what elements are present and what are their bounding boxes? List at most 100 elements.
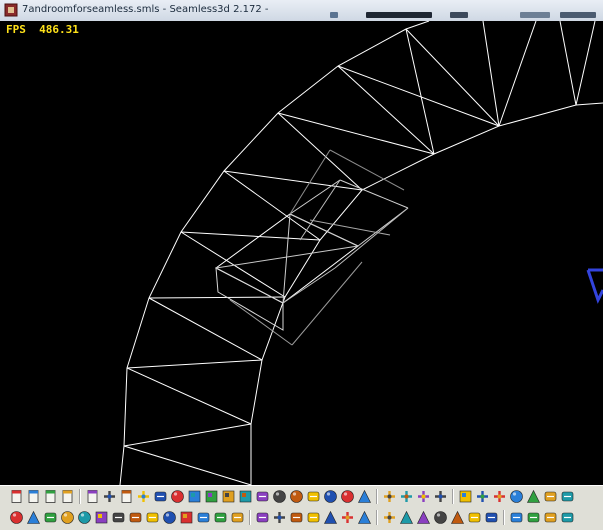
cylinder-button[interactable] bbox=[111, 510, 126, 525]
square-button[interactable] bbox=[458, 489, 473, 504]
red-rotate-icon bbox=[433, 489, 448, 508]
window-title: 7androomforseamless.smls - Seamless3d 2.… bbox=[22, 4, 269, 15]
link-icon bbox=[136, 489, 151, 508]
vertical-bar-button[interactable] bbox=[543, 489, 558, 504]
move-button[interactable] bbox=[492, 489, 507, 504]
move-button[interactable] bbox=[382, 510, 397, 525]
window-button[interactable] bbox=[238, 489, 253, 504]
figure-button[interactable] bbox=[196, 510, 211, 525]
face-button[interactable] bbox=[509, 489, 524, 504]
lamp-button[interactable] bbox=[484, 510, 499, 525]
red-plus-icon bbox=[416, 489, 431, 508]
help-icon bbox=[560, 489, 575, 508]
wireframe-scene[interactable] bbox=[0, 21, 603, 485]
lamp-icon bbox=[484, 510, 499, 529]
teal-sphere-button[interactable] bbox=[289, 489, 304, 504]
dark-sphere-icon bbox=[340, 489, 355, 508]
link-button[interactable] bbox=[136, 489, 151, 504]
paste-button[interactable] bbox=[85, 489, 100, 504]
bricks-button[interactable] bbox=[204, 489, 219, 504]
triangle-down-button[interactable] bbox=[416, 510, 431, 525]
arrow-button[interactable] bbox=[357, 510, 372, 525]
open-network-button[interactable] bbox=[43, 489, 58, 504]
red-hand-button[interactable] bbox=[399, 489, 414, 504]
scale-button[interactable] bbox=[382, 489, 397, 504]
dice-button[interactable] bbox=[145, 510, 160, 525]
fps-label: FPS bbox=[6, 23, 26, 36]
green-box-icon bbox=[94, 510, 109, 529]
zoom-icon bbox=[560, 510, 575, 529]
orange-torus-icon bbox=[60, 510, 75, 529]
pointer-button[interactable] bbox=[357, 489, 372, 504]
toolbar-separator bbox=[452, 489, 454, 504]
road-button[interactable] bbox=[526, 510, 541, 525]
mesh-button[interactable] bbox=[128, 510, 143, 525]
shape-icon bbox=[153, 489, 168, 508]
fps-counter: FPS 486.31 bbox=[6, 23, 79, 36]
fork-button[interactable] bbox=[450, 510, 465, 525]
cursor-button[interactable] bbox=[323, 510, 338, 525]
triangle-button[interactable] bbox=[399, 510, 414, 525]
wrench-button[interactable] bbox=[230, 510, 245, 525]
cylinder-button[interactable] bbox=[43, 510, 58, 525]
terrain-icon bbox=[543, 510, 558, 529]
hand-button[interactable] bbox=[272, 510, 287, 525]
terrain-button[interactable] bbox=[543, 510, 558, 525]
tree-button[interactable] bbox=[102, 489, 117, 504]
toolbar-separator bbox=[376, 489, 378, 504]
select-button[interactable] bbox=[255, 510, 270, 525]
title-bar-decoration bbox=[366, 12, 432, 18]
triangle-icon bbox=[399, 510, 414, 529]
red-plus-button[interactable] bbox=[416, 489, 431, 504]
teal-cup-icon bbox=[306, 489, 321, 508]
fill-icon bbox=[306, 510, 321, 529]
plus-button[interactable] bbox=[340, 510, 355, 525]
orange-torus-button[interactable] bbox=[60, 510, 75, 525]
teal-sphere-button[interactable] bbox=[323, 489, 338, 504]
tree-icon bbox=[102, 489, 117, 508]
save-button[interactable] bbox=[60, 489, 75, 504]
dark-sphere-button[interactable] bbox=[340, 489, 355, 504]
3d-viewport[interactable]: FPS 486.31 bbox=[0, 21, 603, 485]
paste-icon bbox=[85, 489, 100, 508]
fill-button[interactable] bbox=[306, 510, 321, 525]
landscape-button[interactable] bbox=[509, 510, 524, 525]
fan-button[interactable] bbox=[467, 510, 482, 525]
red-rotate-button[interactable] bbox=[433, 489, 448, 504]
sphere-button[interactable] bbox=[170, 489, 185, 504]
sort-icon bbox=[289, 510, 304, 529]
teal-sphere-icon bbox=[272, 489, 287, 508]
purple-sphere-icon bbox=[9, 510, 24, 529]
connector-icon bbox=[255, 489, 270, 508]
vertical-bar-icon bbox=[543, 489, 558, 508]
sort-button[interactable] bbox=[289, 510, 304, 525]
green-box-button[interactable] bbox=[94, 510, 109, 525]
red-cube-button[interactable] bbox=[179, 510, 194, 525]
teal-cup-button[interactable] bbox=[306, 489, 321, 504]
new-file-button[interactable] bbox=[9, 489, 24, 504]
box-outline-button[interactable] bbox=[221, 489, 236, 504]
grid-icon bbox=[187, 489, 202, 508]
toolbar-area bbox=[0, 485, 603, 530]
square-icon bbox=[458, 489, 473, 508]
wireframe-box-object bbox=[215, 149, 409, 346]
face-button[interactable] bbox=[77, 510, 92, 525]
cone-button[interactable] bbox=[26, 510, 41, 525]
connector-button[interactable] bbox=[255, 489, 270, 504]
shape-button[interactable] bbox=[153, 489, 168, 504]
arrow-up-button[interactable] bbox=[526, 489, 541, 504]
open-folder-button[interactable] bbox=[26, 489, 41, 504]
pointer-icon bbox=[357, 489, 372, 508]
move-button[interactable] bbox=[475, 489, 490, 504]
sphere-button[interactable] bbox=[162, 510, 177, 525]
grid-button[interactable] bbox=[187, 489, 202, 504]
zoom-button[interactable] bbox=[560, 510, 575, 525]
move-icon bbox=[382, 510, 397, 529]
teal-sphere-button[interactable] bbox=[272, 489, 287, 504]
teal-sphere-icon bbox=[323, 489, 338, 508]
copy-button[interactable] bbox=[119, 489, 134, 504]
purple-sphere-button[interactable] bbox=[9, 510, 24, 525]
counter-button[interactable] bbox=[433, 510, 448, 525]
help-button[interactable] bbox=[560, 489, 575, 504]
pot-button[interactable] bbox=[213, 510, 228, 525]
